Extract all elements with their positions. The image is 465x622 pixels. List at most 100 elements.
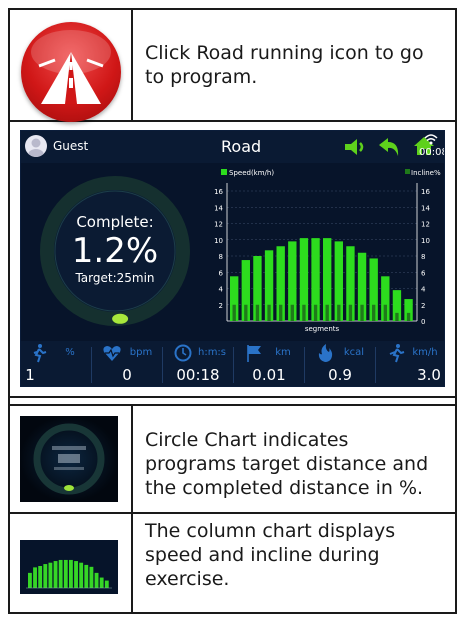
- description-line: the completed distance in %.: [145, 477, 424, 499]
- stat-divider: [162, 347, 163, 383]
- table-column-divider: [131, 8, 133, 122]
- description-line: Circle Chart indicates: [145, 429, 349, 451]
- incline-bar: [313, 304, 318, 321]
- thumbnail-bar: [48, 562, 53, 588]
- treadmill-screen: Guest Road 00:08 Complete: 1.2% Target:2…: [20, 130, 445, 387]
- thumbnail-bar: [104, 580, 109, 588]
- incline-bar: [279, 304, 283, 321]
- x-axis-label: segments: [305, 325, 340, 333]
- volume-icon[interactable]: [343, 137, 369, 157]
- complete-value: 1.2%: [71, 231, 159, 271]
- incline-bar: [372, 304, 376, 321]
- stat-value: 1: [25, 366, 35, 384]
- incline-bar: [244, 304, 248, 321]
- y-tick-label: 2: [219, 302, 223, 310]
- top-bar: Guest Road 00:08: [21, 131, 445, 163]
- stat-: % 1: [21, 341, 91, 386]
- y2-tick-label: 6: [421, 269, 426, 277]
- target-label: Target:25min: [75, 271, 155, 285]
- legend-swatch: [221, 169, 227, 175]
- column-chart-thumbnail: [20, 540, 118, 594]
- y-tick-label: 12: [214, 221, 223, 229]
- table-row-divider: [8, 512, 457, 514]
- description-line: to program.: [145, 66, 258, 88]
- thumbnail-bar: [99, 577, 104, 588]
- stat-hms: h:m:s 00:18: [163, 341, 233, 386]
- thumbnail-bar: [43, 564, 48, 588]
- thumbnail-bar: [69, 559, 73, 588]
- stats-bar: % 1 bpm 0 h:m:s 00:18 km 0.01 kcal 0.9 km/h 3.0: [21, 341, 444, 386]
- thumbnail-bar: [89, 566, 94, 588]
- stat-kcal: kcal 0.9: [305, 341, 375, 386]
- stat-divider: [375, 347, 376, 383]
- thumbnail-bar: [79, 562, 84, 588]
- thumbnail-bar: [58, 559, 63, 588]
- legend-label: Incline%: [411, 169, 441, 177]
- description-line: programs target distance and: [145, 453, 429, 475]
- y-tick-label: 14: [214, 204, 223, 212]
- stat-km: km 0.01: [234, 341, 304, 386]
- y2-tick-label: 2: [421, 302, 425, 310]
- stat-value: 3.0: [417, 366, 441, 384]
- incline-bar: [232, 304, 236, 321]
- user-avatar-icon[interactable]: [25, 135, 47, 157]
- y-tick-label: 8: [219, 253, 223, 261]
- incline-bar: [406, 312, 411, 321]
- y2-tick-label: 0: [421, 318, 425, 326]
- incline-bar: [395, 312, 399, 321]
- y2-tick-label: 16: [421, 188, 430, 196]
- incline-bar: [267, 304, 271, 321]
- stat-bpm: bpm 0: [92, 341, 162, 386]
- y2-tick-label: 10: [421, 237, 430, 245]
- description-line: Click Road running icon to go: [145, 42, 424, 64]
- thumbnail-bar: [53, 561, 58, 588]
- thumbnail-bar: [28, 572, 32, 588]
- y-tick-label: 6: [219, 269, 224, 277]
- y-tick-label: 16: [214, 188, 223, 196]
- user-name: Guest: [53, 139, 89, 153]
- incline-bar: [360, 304, 364, 321]
- stat-divider: [233, 347, 234, 383]
- description-line: The column chart displays: [145, 520, 396, 542]
- stat-divider: [304, 347, 305, 383]
- thumbnail-bar: [94, 572, 99, 588]
- incline-bar: [383, 304, 387, 321]
- stat-value: 0: [122, 366, 132, 384]
- y2-tick-label: 12: [421, 221, 430, 229]
- stat-value: 00:18: [176, 366, 220, 384]
- stat-kmh: km/h 3.0: [376, 341, 444, 386]
- road-running-icon[interactable]: [21, 22, 121, 122]
- description-line: speed and incline during: [145, 544, 380, 566]
- row-description: The column chart displays speed and incl…: [145, 519, 395, 591]
- legend-label: Speed(km/h): [229, 169, 274, 177]
- wifi-icon: [424, 134, 438, 145]
- program-title: Road: [221, 137, 262, 156]
- progress-indicator: [112, 313, 129, 324]
- thumbnail-bar: [63, 559, 68, 588]
- thumbnail-bar: [84, 564, 89, 588]
- row-description: Click Road running icon to go to program…: [145, 41, 424, 89]
- stat-value: 0.9: [328, 366, 352, 384]
- incline-bar: [255, 304, 260, 321]
- table-column-divider: [131, 404, 133, 614]
- back-icon[interactable]: [377, 136, 401, 158]
- table-row-divider: [8, 396, 457, 398]
- table-row-divider: [8, 404, 457, 406]
- thumbnail-bar: [38, 566, 43, 588]
- thumbnail-bar: [74, 561, 78, 588]
- clock: 00:08: [419, 147, 445, 158]
- row-description: Circle Chart indicates programs target d…: [145, 428, 428, 500]
- incline-bar: [325, 304, 329, 321]
- y2-tick-label: 4: [421, 286, 426, 294]
- complete-label: Complete:: [76, 213, 154, 231]
- incline-bar: [337, 304, 341, 321]
- stat-divider: [91, 347, 92, 383]
- y-tick-label: 4: [219, 286, 224, 294]
- speed-incline-chart: Speed(km/h) Incline% 2 4 6 8 10 12 14 16 0 2 4 6 8 10 12…: [214, 169, 441, 333]
- y2-tick-label: 8: [421, 253, 425, 261]
- circle-chart-thumbnail: [20, 416, 118, 502]
- thumbnail-bar: [33, 567, 37, 588]
- description-line: exercise.: [145, 568, 230, 590]
- incline-bar: [290, 304, 294, 321]
- incline-bar: [302, 304, 306, 321]
